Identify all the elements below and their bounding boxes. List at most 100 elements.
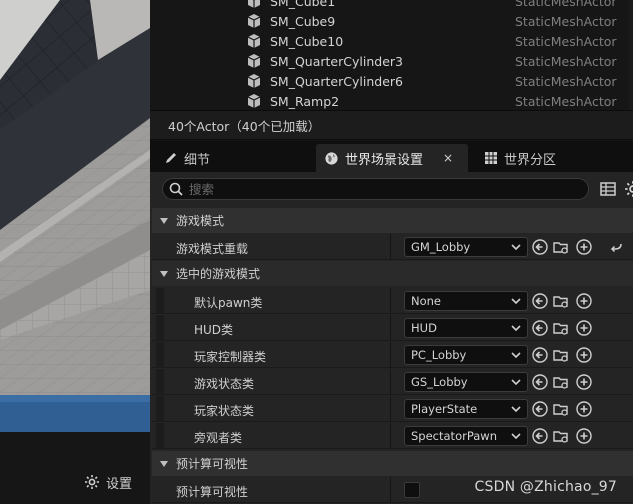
add-plus-icon[interactable] <box>576 401 592 417</box>
tab-details[interactable]: 细节 <box>156 144 218 172</box>
category-game-mode[interactable]: 游戏模式 <box>152 208 633 233</box>
outliner-scrollbar[interactable] <box>629 0 633 110</box>
column-splitter[interactable] <box>390 342 391 368</box>
viewport-toolbar <box>0 432 150 504</box>
class-dropdown[interactable]: PC_Lobby <box>404 345 528 365</box>
chevron-down-icon <box>511 406 521 413</box>
static-mesh-cube-icon <box>247 54 261 68</box>
property-row: 玩家状态类 PlayerState <box>152 396 633 422</box>
actor-name: SM_QuarterCylinder3 <box>270 53 403 69</box>
browse-folder-icon[interactable] <box>553 320 569 336</box>
details-tab-bar: 细节 世界场景设置 × 世界分区 <box>150 141 633 172</box>
browse-back-arrow-icon[interactable] <box>532 293 548 309</box>
property-label: 预计算可视性 <box>176 485 249 499</box>
panel-settings-gear-icon[interactable] <box>624 180 633 198</box>
column-splitter[interactable] <box>390 423 391 449</box>
class-dropdown[interactable]: GS_Lobby <box>404 372 528 392</box>
viewport-scene[interactable] <box>0 0 150 432</box>
browse-folder-icon[interactable] <box>553 401 569 417</box>
browse-folder-icon[interactable] <box>553 374 569 390</box>
actor-type: StaticMeshActor <box>515 0 617 9</box>
chevron-down-icon <box>511 379 521 386</box>
indent-bar <box>156 423 164 449</box>
browse-back-arrow-icon[interactable] <box>532 239 548 255</box>
add-plus-icon[interactable] <box>576 239 592 255</box>
world-outliner[interactable]: SM_Cube1 StaticMeshActor SM_Cube9 StaticMes… <box>150 0 633 110</box>
table-view-icon[interactable] <box>600 181 616 197</box>
reset-to-default-icon[interactable] <box>610 240 624 254</box>
browse-back-arrow-icon[interactable] <box>532 347 548 363</box>
game-mode-override-dropdown[interactable]: GM_Lobby <box>404 237 528 257</box>
tab-world-partition[interactable]: 世界分区 <box>476 144 564 172</box>
property-label: 旁观者类 <box>194 431 243 445</box>
property-label: 游戏模式重载 <box>176 242 249 256</box>
outliner-row[interactable]: SM_QuarterCylinder6 StaticMeshActor <box>150 71 633 91</box>
column-splitter[interactable] <box>390 396 391 422</box>
category-game-mode-label: 游戏模式 <box>176 214 225 228</box>
add-plus-icon[interactable] <box>576 428 592 444</box>
property-label: 游戏状态类 <box>194 377 255 391</box>
class-dropdown[interactable]: SpectatorPawn <box>404 426 528 446</box>
indent-bar <box>156 342 164 368</box>
actor-type: StaticMeshActor <box>515 93 617 109</box>
dropdown-value: None <box>411 294 442 308</box>
viewport-settings-label: 设置 <box>106 476 133 492</box>
add-plus-icon[interactable] <box>576 320 592 336</box>
viewport-settings-button[interactable]: 设置 <box>84 472 132 492</box>
world-globe-icon <box>325 151 338 165</box>
column-splitter[interactable] <box>390 315 391 341</box>
dropdown-value: SpectatorPawn <box>411 429 497 443</box>
chevron-down-icon <box>511 433 521 440</box>
actor-name: SM_Cube10 <box>270 33 344 49</box>
class-dropdown[interactable]: PlayerState <box>404 399 528 419</box>
browse-folder-icon[interactable] <box>553 293 569 309</box>
actor-name: SM_QuarterCylinder6 <box>270 73 403 89</box>
static-mesh-cube-icon <box>247 34 261 48</box>
outliner-row[interactable]: SM_Cube1 StaticMeshActor <box>150 0 633 11</box>
property-row: 玩家控制器类 PC_Lobby <box>152 342 633 368</box>
tab-world-settings[interactable]: 世界场景设置 × <box>316 144 468 172</box>
dropdown-value: PlayerState <box>411 402 478 416</box>
browse-back-arrow-icon[interactable] <box>532 320 548 336</box>
browse-back-arrow-icon[interactable] <box>532 428 548 444</box>
add-plus-icon[interactable] <box>576 293 592 309</box>
property-label: 玩家控制器类 <box>194 350 267 364</box>
browse-back-arrow-icon[interactable] <box>532 374 548 390</box>
category-precomputed-visibility[interactable]: 预计算可视性 <box>152 451 633 476</box>
column-splitter[interactable] <box>390 477 391 503</box>
outliner-row[interactable]: SM_Ramp2 StaticMeshActor <box>150 91 633 110</box>
outliner-row[interactable]: SM_Cube10 StaticMeshActor <box>150 31 633 51</box>
outliner-row[interactable]: SM_QuarterCylinder3 StaticMeshActor <box>150 51 633 71</box>
class-dropdown[interactable]: HUD <box>404 318 528 338</box>
browse-folder-icon[interactable] <box>553 428 569 444</box>
column-splitter[interactable] <box>390 369 391 395</box>
tab-close-button[interactable]: × <box>443 151 453 165</box>
browse-folder-icon[interactable] <box>553 239 569 255</box>
expand-arrow-icon <box>160 270 168 277</box>
chevron-down-icon <box>511 325 521 332</box>
dropdown-value: GS_Lobby <box>411 375 468 389</box>
browse-back-arrow-icon[interactable] <box>532 401 548 417</box>
outliner-row[interactable]: SM_Cube9 StaticMeshActor <box>150 11 633 31</box>
column-splitter[interactable] <box>390 288 391 314</box>
precomputed-visibility-checkbox[interactable] <box>404 482 420 498</box>
level-viewport[interactable]: 设置 <box>0 0 150 504</box>
static-mesh-cube-icon <box>248 0 260 8</box>
static-mesh-cube-icon <box>247 94 261 108</box>
actor-type: StaticMeshActor <box>515 33 617 49</box>
indent-bar <box>156 396 164 422</box>
browse-folder-icon[interactable] <box>553 347 569 363</box>
chevron-down-icon <box>511 298 521 305</box>
search-box[interactable] <box>162 178 589 200</box>
column-splitter[interactable] <box>390 234 391 260</box>
add-plus-icon[interactable] <box>576 374 592 390</box>
gear-icon <box>85 475 99 489</box>
property-row: 游戏状态类 GS_Lobby <box>152 369 633 395</box>
search-input[interactable] <box>189 181 569 197</box>
expand-arrow-icon <box>160 217 168 224</box>
add-plus-icon[interactable] <box>576 347 592 363</box>
property-label: 玩家状态类 <box>194 404 255 418</box>
category-selected-game-mode[interactable]: 选中的游戏模式 <box>152 261 633 286</box>
class-dropdown[interactable]: None <box>404 291 528 311</box>
actor-name: SM_Ramp2 <box>270 93 340 109</box>
